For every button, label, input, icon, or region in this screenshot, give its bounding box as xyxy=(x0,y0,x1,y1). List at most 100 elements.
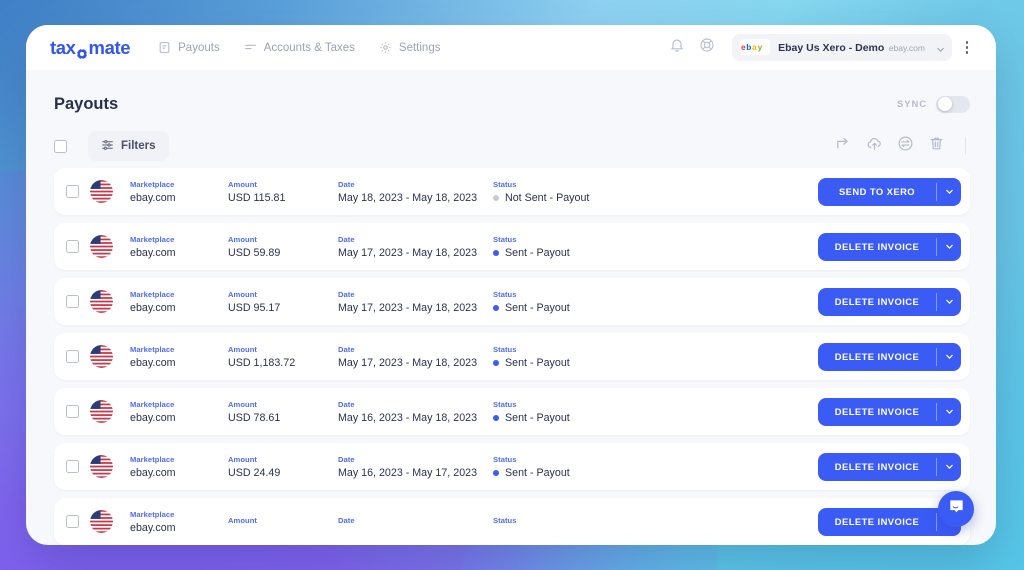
kebab-menu-icon[interactable] xyxy=(956,34,978,60)
table-row[interactable]: Marketplace ebay.com Amount USD 1,183.72… xyxy=(54,333,970,380)
label-date: Date xyxy=(338,344,355,354)
row-checkbox[interactable] xyxy=(66,295,79,308)
label-amount: Amount xyxy=(228,399,257,409)
filters-button[interactable]: Filters xyxy=(88,131,169,161)
account-selector[interactable]: e b a y Ebay Us Xero - Demo ebay.com xyxy=(732,34,952,61)
table-row[interactable]: Marketplace ebay.com Amount USD 78.61 Da… xyxy=(54,388,970,435)
value-amount: USD 24.49 xyxy=(228,466,281,479)
label-marketplace: Marketplace xyxy=(130,454,175,464)
account-name: Ebay Us Xero - Demo xyxy=(778,42,885,55)
row-action-label: DELETE INVOICE xyxy=(834,516,920,527)
action-chevron-down-icon[interactable] xyxy=(937,453,961,481)
value-date: May 18, 2023 - May 18, 2023 xyxy=(338,191,478,204)
help-button[interactable] xyxy=(694,34,720,60)
label-date: Date xyxy=(338,179,355,189)
value-date: May 17, 2023 - May 18, 2023 xyxy=(338,301,478,314)
cell-status: Status Not Sent - Payout xyxy=(493,180,683,204)
status-badge: Sent - Payout xyxy=(493,247,683,259)
value-date: May 16, 2023 - May 18, 2023 xyxy=(338,411,478,424)
select-all-checkbox[interactable] xyxy=(54,139,67,153)
sync-toggle[interactable] xyxy=(936,95,970,113)
value-amount: USD 1,183.72 xyxy=(228,356,296,369)
status-badge: Sent - Payout xyxy=(493,467,683,479)
table-row[interactable]: Marketplace ebay.com Amount USD 95.17 Da… xyxy=(54,278,970,325)
label-amount: Amount xyxy=(228,454,257,464)
row-action: DELETE INVOICE xyxy=(818,397,961,426)
value-marketplace: ebay.com xyxy=(130,301,176,314)
cell-status: Status Sent - Payout xyxy=(493,290,683,314)
page-title: Payouts xyxy=(54,94,119,113)
nav-item-payouts[interactable]: Payouts xyxy=(158,41,220,54)
cell-amount: Amount USD 59.89 xyxy=(228,235,338,259)
refresh-circle-icon[interactable] xyxy=(897,135,914,157)
status-badge: Not Sent - Payout xyxy=(493,192,683,204)
row-checkbox[interactable] xyxy=(66,185,79,198)
label-date: Date xyxy=(338,289,355,299)
row-action-label: DELETE INVOICE xyxy=(834,296,920,307)
us-flag-icon xyxy=(90,345,113,368)
label-status: Status xyxy=(493,454,517,464)
desktop-background: tax mate Payouts Accounts & Taxes Settin… xyxy=(0,0,1024,570)
table-row[interactable]: Marketplace ebay.com Amount USD 24.49 Da… xyxy=(54,443,970,490)
cell-date: Date May 17, 2023 - May 18, 2023 xyxy=(338,235,493,259)
value-status: Sent - Payout xyxy=(505,466,570,479)
app-logo[interactable]: tax mate xyxy=(50,36,131,60)
row-checkbox[interactable] xyxy=(66,460,79,473)
cell-marketplace: Marketplace ebay.com xyxy=(130,345,228,369)
row-checkbox[interactable] xyxy=(66,405,79,418)
delete-invoice-button[interactable]: DELETE INVOICE xyxy=(818,397,961,426)
app-window: tax mate Payouts Accounts & Taxes Settin… xyxy=(26,25,996,545)
chat-widget-button[interactable] xyxy=(938,491,974,527)
nav-item-accounts-taxes[interactable]: Accounts & Taxes xyxy=(244,41,355,54)
notifications-button[interactable] xyxy=(664,34,690,60)
row-action-label: DELETE INVOICE xyxy=(834,241,920,252)
delete-invoice-button[interactable]: DELETE INVOICE xyxy=(818,232,961,261)
row-action-label: DELETE INVOICE xyxy=(834,461,920,472)
row-checkbox[interactable] xyxy=(66,240,79,253)
payouts-list: Marketplace ebay.com Amount USD 115.81 D… xyxy=(26,164,996,545)
table-row[interactable]: Marketplace ebay.com Amount Date Status xyxy=(54,498,970,545)
send-to-xero-button[interactable]: SEND TO XERO xyxy=(818,177,961,206)
main-nav: Payouts Accounts & Taxes Settings xyxy=(158,41,440,54)
cell-date: Date xyxy=(338,516,493,528)
svg-text:e: e xyxy=(741,43,746,53)
value-date: May 17, 2023 - May 18, 2023 xyxy=(338,246,478,259)
table-row[interactable]: Marketplace ebay.com Amount USD 59.89 Da… xyxy=(54,223,970,270)
value-amount: USD 78.61 xyxy=(228,411,281,424)
sync-toggle-knob xyxy=(937,97,952,111)
action-chevron-down-icon[interactable] xyxy=(937,233,961,261)
share-arrow-icon[interactable] xyxy=(835,135,852,157)
cell-status: Status xyxy=(493,516,683,528)
delete-invoice-button[interactable]: DELETE INVOICE xyxy=(818,452,961,481)
label-date: Date xyxy=(338,515,355,525)
action-chevron-down-icon[interactable] xyxy=(937,288,961,316)
row-checkbox[interactable] xyxy=(66,350,79,363)
chat-bubble-icon xyxy=(947,497,966,521)
nav-item-settings[interactable]: Settings xyxy=(379,41,440,54)
us-flag-icon xyxy=(90,400,113,423)
action-chevron-down-icon[interactable] xyxy=(937,178,961,206)
us-flag-icon xyxy=(90,235,113,258)
row-checkbox[interactable] xyxy=(66,515,79,528)
table-row[interactable]: Marketplace ebay.com Amount USD 115.81 D… xyxy=(54,168,970,215)
cell-amount: Amount USD 24.49 xyxy=(228,455,338,479)
kebab-dot xyxy=(965,46,969,49)
delete-invoice-button[interactable]: DELETE INVOICE xyxy=(818,287,961,316)
toolbar-divider xyxy=(965,137,966,155)
status-dot xyxy=(493,414,499,421)
label-marketplace: Marketplace xyxy=(130,289,175,299)
label-status: Status xyxy=(493,344,517,354)
action-chevron-down-icon[interactable] xyxy=(937,398,961,426)
row-action: DELETE INVOICE xyxy=(818,287,961,316)
action-chevron-down-icon[interactable] xyxy=(937,343,961,371)
cloud-upload-icon[interactable] xyxy=(866,135,883,157)
delete-invoice-button[interactable]: DELETE INVOICE xyxy=(818,342,961,371)
row-action: DELETE INVOICE xyxy=(818,342,961,371)
logo-text-after: mate xyxy=(88,36,131,58)
filters-button-label: Filters xyxy=(121,140,156,152)
cell-status: Status Sent - Payout xyxy=(493,235,683,259)
cell-date: Date May 17, 2023 - May 18, 2023 xyxy=(338,290,493,314)
trash-icon[interactable] xyxy=(928,135,945,157)
status-badge: Sent - Payout xyxy=(493,302,683,314)
topbar-right-controls: e b a y Ebay Us Xero - Demo ebay.com xyxy=(660,34,978,61)
